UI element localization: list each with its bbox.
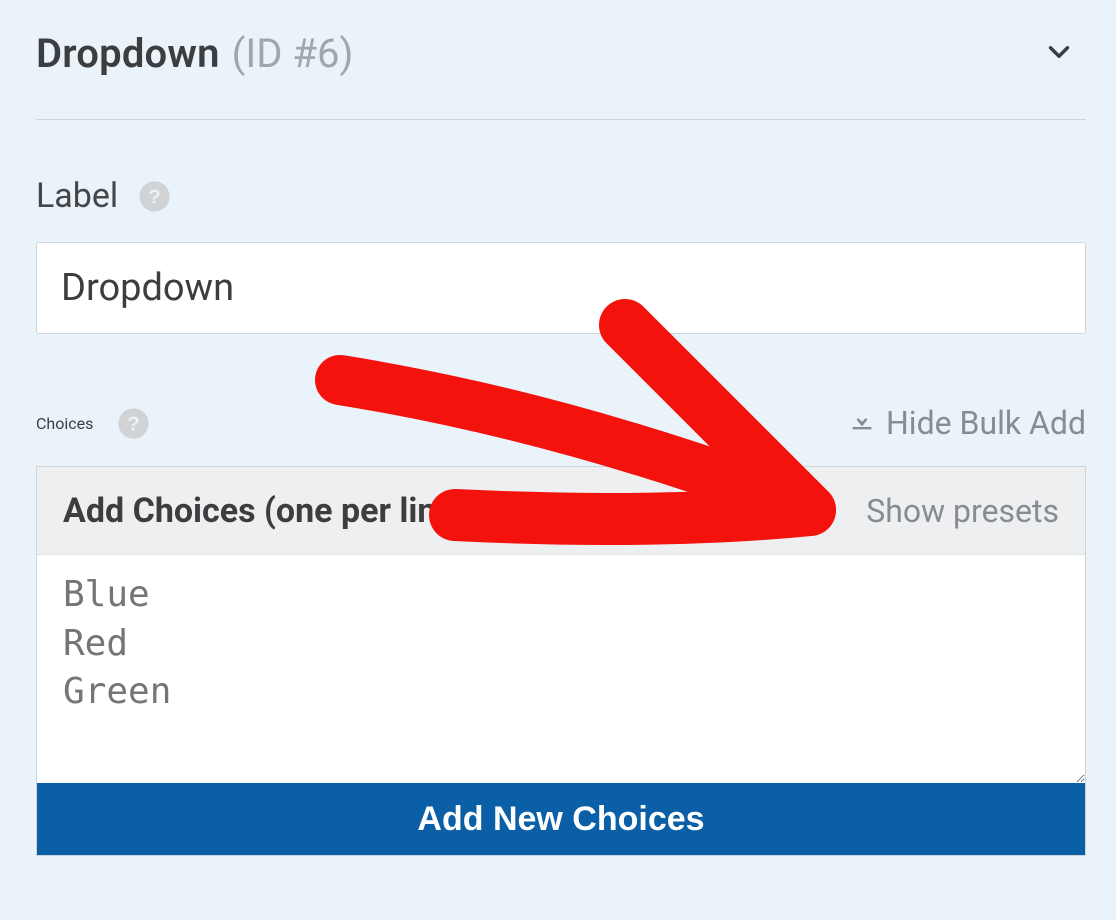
label-field-label: Label	[36, 176, 118, 216]
choices-field-label: Choices	[36, 414, 93, 433]
help-icon[interactable]: ?	[117, 407, 150, 440]
help-icon[interactable]: ?	[138, 180, 171, 213]
bulk-add-textarea[interactable]	[37, 555, 1085, 783]
add-new-choices-button[interactable]: Add New Choices	[37, 783, 1085, 855]
download-icon	[848, 404, 876, 442]
bulk-add-toggle[interactable]: Hide Bulk Add	[848, 404, 1086, 442]
show-presets-link[interactable]: Show presets	[866, 492, 1059, 530]
field-type-title: Dropdown	[36, 30, 220, 77]
panel-header[interactable]: Dropdown (ID #6)	[36, 22, 1086, 120]
bulk-add-card: Add Choices (one per line) Show presets …	[36, 466, 1086, 856]
panel-title-wrap: Dropdown (ID #6)	[36, 30, 353, 77]
add-new-choices-label: Add New Choices	[417, 800, 704, 839]
field-settings-panel: Dropdown (ID #6) Label ? Choices ? Hide …	[0, 0, 1116, 856]
choices-section-header: Choices ? Hide Bulk Add	[36, 404, 1086, 442]
label-input[interactable]	[36, 242, 1086, 334]
chevron-down-icon[interactable]	[1042, 35, 1076, 73]
bulk-add-toggle-label: Hide Bulk Add	[886, 404, 1086, 442]
bulk-add-header: Add Choices (one per line) Show presets	[37, 467, 1085, 555]
svg-text:?: ?	[148, 185, 161, 208]
bulk-add-title: Add Choices (one per line)	[63, 491, 467, 531]
svg-text:?: ?	[128, 412, 141, 435]
label-section-header: Label ?	[36, 176, 1086, 216]
field-id-label: (ID #6)	[232, 30, 354, 77]
